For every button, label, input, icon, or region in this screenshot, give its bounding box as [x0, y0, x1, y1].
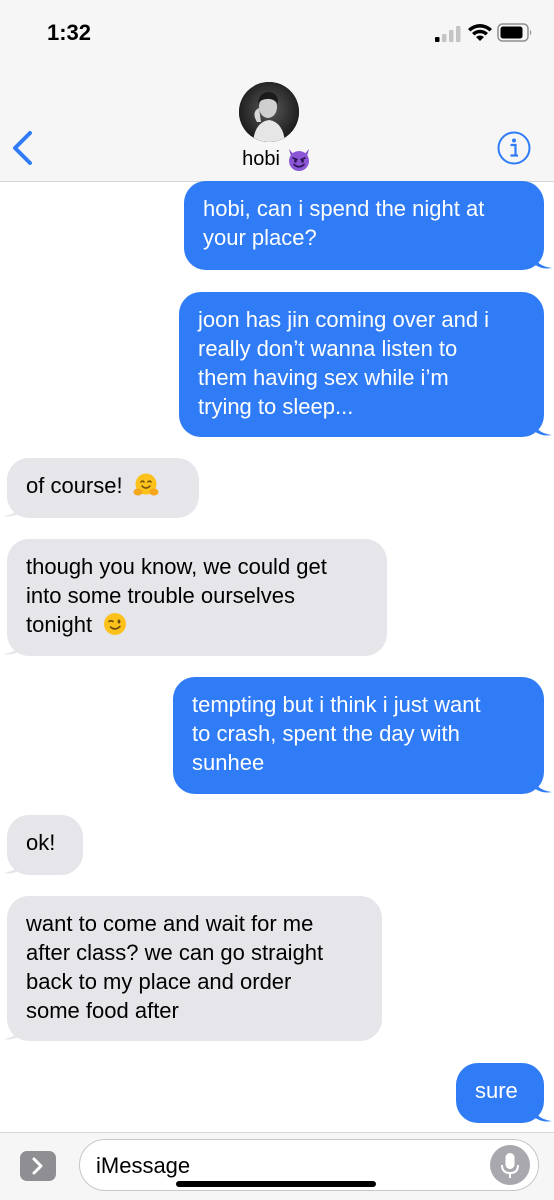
- wifi-icon: [468, 24, 492, 41]
- incoming-message[interactable]: of course!: [7, 458, 199, 518]
- outgoing-message[interactable]: joon has jin coming over and i really do…: [179, 292, 544, 437]
- smiling-devil-icon: [288, 149, 309, 171]
- bubble-tail: [532, 774, 552, 793]
- incoming-message[interactable]: want to come and wait for me after class…: [7, 896, 382, 1041]
- message-input-placeholder: iMessage: [96, 1153, 191, 1178]
- microphone-icon: [501, 1153, 519, 1178]
- bubble-tail: [532, 417, 552, 436]
- outgoing-message[interactable]: hobi, can i spend the night at your plac…: [184, 181, 544, 270]
- message-text: tempting but i think i just want to cras…: [192, 692, 481, 775]
- conversation-header: 1:32 hobi: [0, 0, 554, 182]
- contact-name: hobi: [242, 147, 280, 170]
- bubble-tail: [532, 250, 552, 269]
- battery-icon: [497, 23, 532, 42]
- bubble-tail: [3, 498, 23, 517]
- hugging-face-icon: [133, 473, 159, 496]
- bubble-tail: [3, 1021, 23, 1040]
- winking-face-icon: [104, 613, 127, 635]
- message-text: of course!: [26, 473, 123, 498]
- home-indicator[interactable]: [176, 1181, 376, 1187]
- message-text: hobi, can i spend the night at your plac…: [203, 196, 485, 250]
- incoming-message[interactable]: though you know, we could get into some …: [7, 539, 387, 656]
- app-drawer-button[interactable]: [20, 1151, 56, 1181]
- message-text: want to come and wait for me after class…: [26, 911, 324, 1023]
- dictation-button[interactable]: [490, 1145, 530, 1185]
- message-text: though you know, we could get into some …: [26, 554, 327, 637]
- messages-screen: 1:32 hobi hobi, can i spend the night at…: [0, 0, 554, 1200]
- outgoing-message[interactable]: sure: [456, 1063, 544, 1123]
- message-text: joon has jin coming over and i really do…: [198, 307, 490, 419]
- chevron-right-icon: [32, 1157, 43, 1175]
- contact-photo-icon: [239, 82, 299, 142]
- cellular-signal-icon: [435, 26, 461, 42]
- contact-title[interactable]: hobi: [0, 146, 554, 172]
- bubble-tail: [3, 855, 23, 874]
- message-text: sure: [475, 1078, 518, 1103]
- info-icon[interactable]: [497, 131, 531, 165]
- bubble-tail: [532, 1103, 552, 1122]
- bubble-tail: [3, 636, 23, 655]
- status-time: 1:32: [47, 20, 92, 45]
- avatar[interactable]: [239, 82, 299, 142]
- outgoing-message[interactable]: tempting but i think i just want to cras…: [173, 677, 544, 794]
- message-text: ok!: [26, 830, 56, 855]
- message-composer: iMessage: [0, 1132, 554, 1200]
